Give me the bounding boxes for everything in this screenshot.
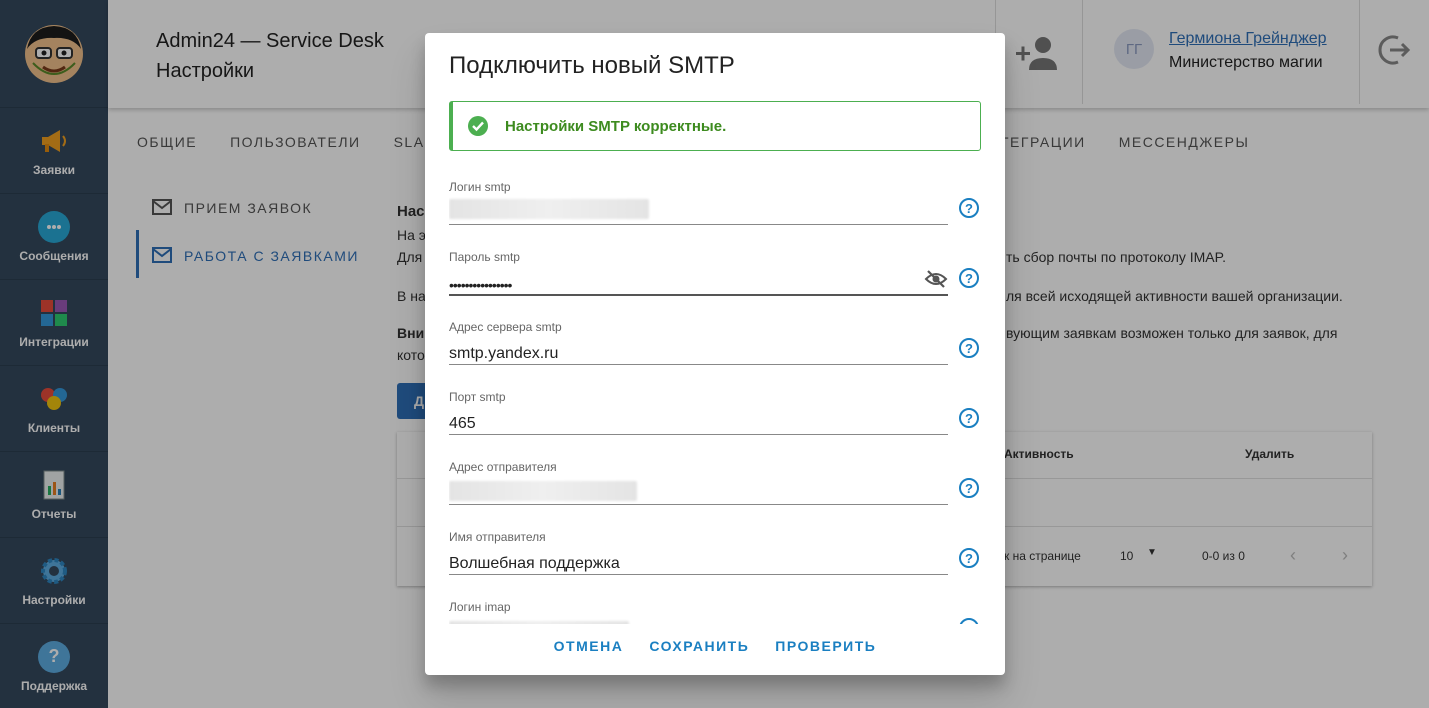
field-label: Порт smtp [449, 390, 506, 404]
redacted-value [449, 621, 629, 624]
field-value: 465 [449, 415, 476, 432]
help-icon[interactable]: ? [959, 198, 979, 218]
help-icon[interactable]: ? [959, 408, 979, 428]
field-underline [449, 574, 948, 575]
success-alert: Настройки SMTP корректные. [449, 101, 981, 151]
help-icon[interactable]: ? [959, 268, 979, 288]
field-label: Имя отправителя [449, 530, 546, 544]
imap-login-field[interactable]: Логин imap ? [449, 588, 989, 624]
smtp-dialog: Подключить новый SMTP Настройки SMTP кор… [425, 33, 1005, 675]
field-label: Пароль smtp [449, 250, 520, 264]
check-circle-icon [468, 116, 488, 136]
field-underline [449, 504, 948, 505]
field-label: Адрес отправителя [449, 460, 557, 474]
eye-off-icon[interactable] [924, 267, 948, 291]
help-icon[interactable]: ? [959, 338, 979, 358]
dialog-title: Подключить новый SMTP [449, 52, 735, 79]
help-icon[interactable]: ? [959, 548, 979, 568]
field-label: Логин imap [449, 600, 511, 614]
smtp-login-field[interactable]: Логин smtp ? [449, 168, 989, 238]
cancel-button[interactable]: ОТМЕНА [554, 638, 624, 654]
sender-name-field[interactable]: Имя отправителя Волшебная поддержка ? [449, 518, 989, 588]
field-underline [449, 434, 948, 435]
field-label: Логин smtp [449, 180, 511, 194]
smtp-form: Логин smtp ? Пароль smtp •••••••••••••••… [449, 168, 989, 624]
redacted-value [449, 481, 637, 501]
sender-address-field[interactable]: Адрес отправителя ? [449, 448, 989, 518]
smtp-password-field[interactable]: Пароль smtp •••••••••••••••• ? [449, 238, 989, 308]
check-button[interactable]: ПРОВЕРИТЬ [775, 638, 876, 654]
smtp-server-field[interactable]: Адрес сервера smtp smtp.yandex.ru ? [449, 308, 989, 378]
field-value: smtp.yandex.ru [449, 345, 559, 362]
help-icon[interactable]: ? [959, 618, 979, 624]
field-underline [449, 224, 948, 225]
dialog-actions: ОТМЕНА СОХРАНИТЬ ПРОВЕРИТЬ [425, 638, 1005, 654]
field-underline [449, 294, 948, 296]
field-label: Адрес сервера smtp [449, 320, 562, 334]
field-value: •••••••••••••••• [449, 277, 512, 293]
alert-text: Настройки SMTP корректные. [505, 117, 727, 135]
save-button[interactable]: СОХРАНИТЬ [649, 638, 749, 654]
redacted-value [449, 199, 649, 219]
help-icon[interactable]: ? [959, 478, 979, 498]
field-value: Волшебная поддержка [449, 555, 620, 572]
smtp-port-field[interactable]: Порт smtp 465 ? [449, 378, 989, 448]
field-underline [449, 364, 948, 365]
